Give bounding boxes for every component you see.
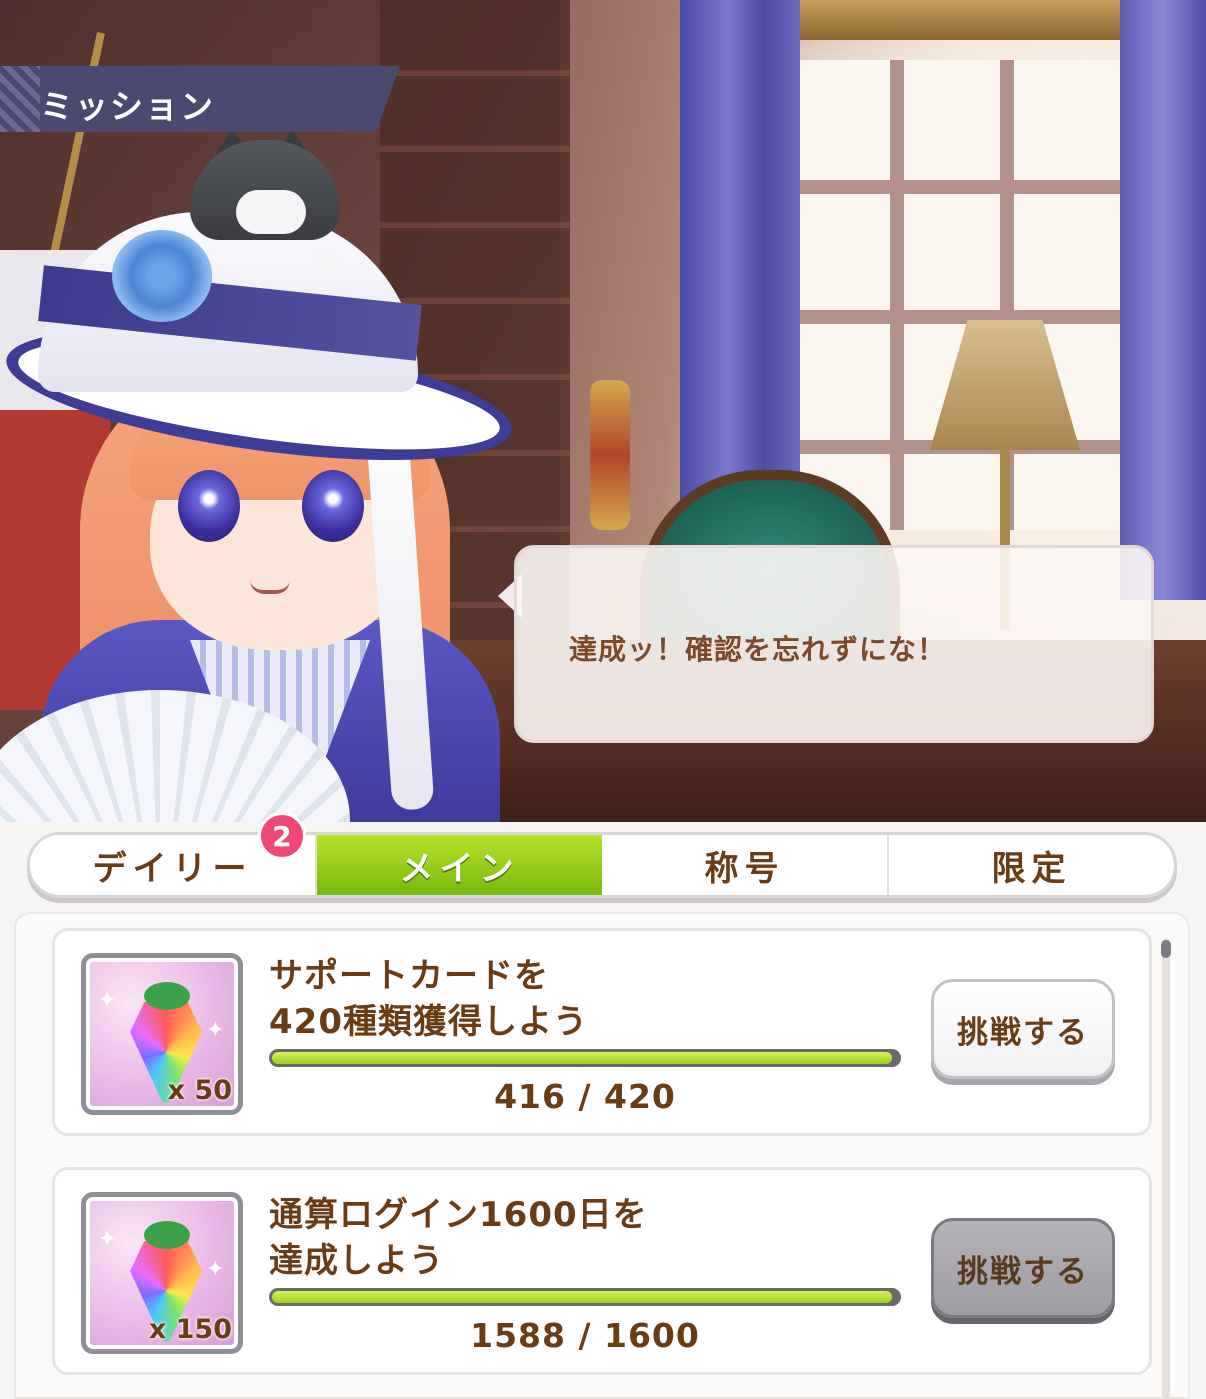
mission-title: サポートカードを 420種類獲得しよう	[269, 953, 909, 1045]
progress-fill	[272, 1052, 892, 1064]
sparkle-icon: ✦	[206, 1257, 225, 1282]
challenge-button[interactable]: 挑戦する	[931, 979, 1115, 1079]
tab-main[interactable]: メイン	[317, 835, 602, 895]
progress-count: 1588 / 1600	[470, 1316, 700, 1355]
blue-rose-icon	[112, 230, 212, 322]
reward-item[interactable]: ✦ ✦ x 150	[81, 1192, 243, 1354]
room-window	[790, 60, 1120, 530]
sparkle-icon: ✦	[206, 1018, 225, 1043]
challenge-button[interactable]: 挑戦する	[931, 1218, 1115, 1318]
mission-title: 通算ログイン1600日を 達成しよう	[269, 1192, 909, 1284]
trophy	[590, 380, 630, 530]
mission-card: ✦ ✦ x 150 通算ログイン1600日を 達成しよう 1588 / 1600…	[52, 1167, 1152, 1375]
tab-limited[interactable]: 限定	[889, 835, 1174, 895]
screen-title-ribbon: ミッション	[0, 66, 400, 132]
cat-face	[236, 190, 306, 234]
speech-bubble: 達成ッ！確認を忘れずにな！	[514, 545, 1154, 743]
screen-title: ミッション	[40, 87, 215, 126]
sparkle-icon: ✦	[98, 1227, 117, 1252]
tab-titles[interactable]: 称号	[602, 835, 889, 895]
jewel-leaf-icon	[144, 982, 190, 1010]
list-scrollbar[interactable]	[1162, 938, 1170, 1399]
reward-quantity: x 50	[167, 1075, 232, 1106]
speech-text: 達成ッ！確認を忘れずにな！	[569, 633, 947, 666]
mission-title-line: サポートカードを	[269, 956, 549, 996]
character-eye-right	[302, 470, 364, 542]
scrollbar-thumb[interactable]	[1161, 940, 1171, 958]
progress-count: 416 / 420	[494, 1077, 676, 1116]
ribbon-pattern	[0, 66, 40, 132]
mission-title-line: 420種類獲得しよう	[269, 1002, 588, 1042]
progress-bar	[269, 1049, 901, 1067]
progress-fill	[272, 1291, 892, 1303]
mission-title-line: 達成しよう	[269, 1241, 444, 1281]
mission-title-line: 通算ログイン1600日を	[269, 1195, 648, 1235]
progress-bar	[269, 1288, 901, 1306]
mission-tabs: デイリー メイン 称号 限定	[27, 832, 1177, 898]
curtain-right	[1120, 0, 1206, 600]
jewel-leaf-icon	[144, 1221, 190, 1249]
reward-quantity: x 150	[148, 1314, 232, 1345]
sparkle-icon: ✦	[98, 988, 117, 1013]
cat-paw	[312, 248, 340, 274]
character-eye-left	[178, 470, 240, 542]
notification-badge: 2	[258, 812, 306, 860]
mission-card: ✦ ✦ x 50 サポートカードを 420種類獲得しよう 416 / 420 挑…	[52, 928, 1152, 1136]
reward-item[interactable]: ✦ ✦ x 50	[81, 953, 243, 1115]
